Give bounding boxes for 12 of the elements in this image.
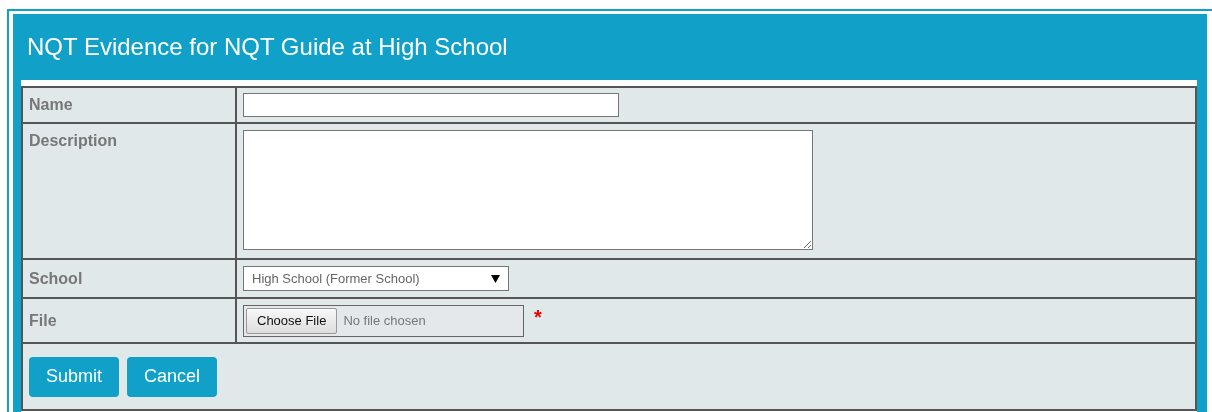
field-label: File — [29, 311, 57, 330]
name-input-field[interactable] — [243, 93, 619, 117]
panel-title: NQT Evidence for NQT Guide at High School — [26, 32, 509, 62]
file-status-text: No file chosen — [343, 313, 426, 328]
field-label: Description — [29, 132, 117, 150]
field-label: Name — [29, 96, 73, 114]
school-dropdown[interactable]: High School (Former School) — [243, 266, 509, 291]
choose-file-button[interactable]: Choose File — [246, 307, 338, 334]
field-label: School — [29, 269, 83, 288]
description-text-area[interactable] — [243, 130, 813, 250]
dropdown-arrow-icon — [491, 274, 500, 283]
required-marker: * — [534, 306, 542, 329]
